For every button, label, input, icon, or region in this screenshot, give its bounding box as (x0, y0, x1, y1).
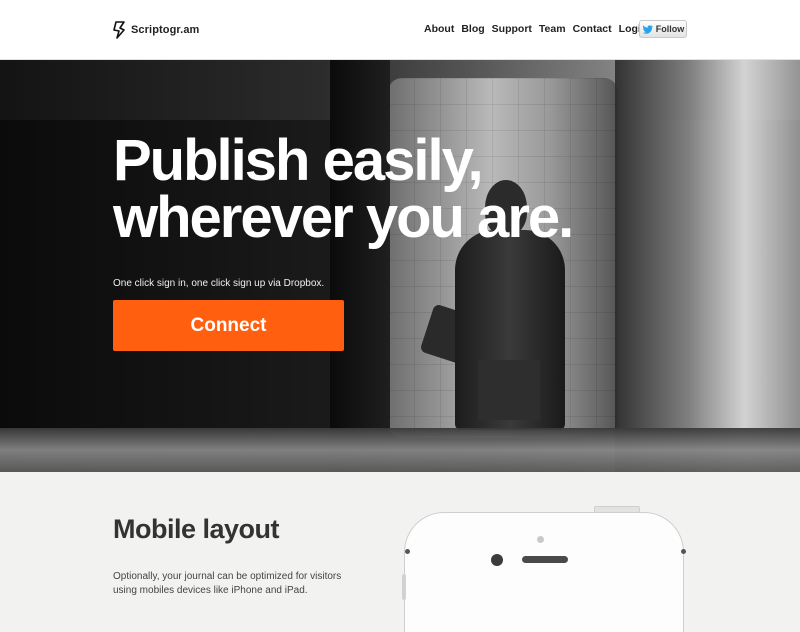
hero-title: Publish easily, wherever you are. (113, 132, 673, 247)
main-nav: About Blog Support Team Contact Login (424, 23, 654, 35)
follow-label: Follow (655, 24, 685, 34)
nav-about[interactable]: About (424, 23, 454, 35)
iphone-speaker (522, 556, 568, 563)
twitter-follow-button[interactable]: Follow (639, 20, 687, 38)
feature-title: Mobile layout (113, 514, 280, 544)
hero-window-frame-left (330, 60, 390, 472)
connect-button[interactable]: Connect (113, 300, 344, 351)
hero-title-line-1: Publish easily, (113, 128, 484, 193)
iphone-camera (491, 554, 503, 566)
hero-subtitle: One click sign in, one click sign up via… (113, 278, 325, 289)
nav-team[interactable]: Team (539, 23, 566, 35)
hero-section (0, 60, 800, 472)
twitter-bird-icon (642, 24, 653, 34)
feature-description: Optionally, your journal can be optimize… (113, 571, 342, 596)
hero-motion-blur (0, 428, 800, 472)
logo[interactable]: Scriptogr.am (112, 20, 199, 40)
hero-person-legs (478, 360, 540, 420)
iphone-power-button (594, 506, 640, 513)
iphone-sensor (537, 536, 544, 543)
iphone-left-mute-dot (405, 549, 410, 554)
iphone-right-dot (681, 549, 686, 554)
site-header: Scriptogr.am About Blog Support Team Con… (0, 0, 800, 60)
hero-window-frame-right (615, 60, 800, 472)
features-section: Mobile layout Optionally, your journal c… (0, 472, 800, 632)
iphone-volume-button (402, 574, 406, 600)
iphone-illustration (404, 512, 684, 632)
scriptogram-logo-icon (113, 21, 125, 39)
nav-support[interactable]: Support (492, 23, 532, 35)
nav-contact[interactable]: Contact (573, 23, 612, 35)
hero-title-line-2: wherever you are. (113, 185, 574, 250)
logo-text: Scriptogr.am (131, 24, 200, 36)
nav-blog[interactable]: Blog (461, 23, 484, 35)
